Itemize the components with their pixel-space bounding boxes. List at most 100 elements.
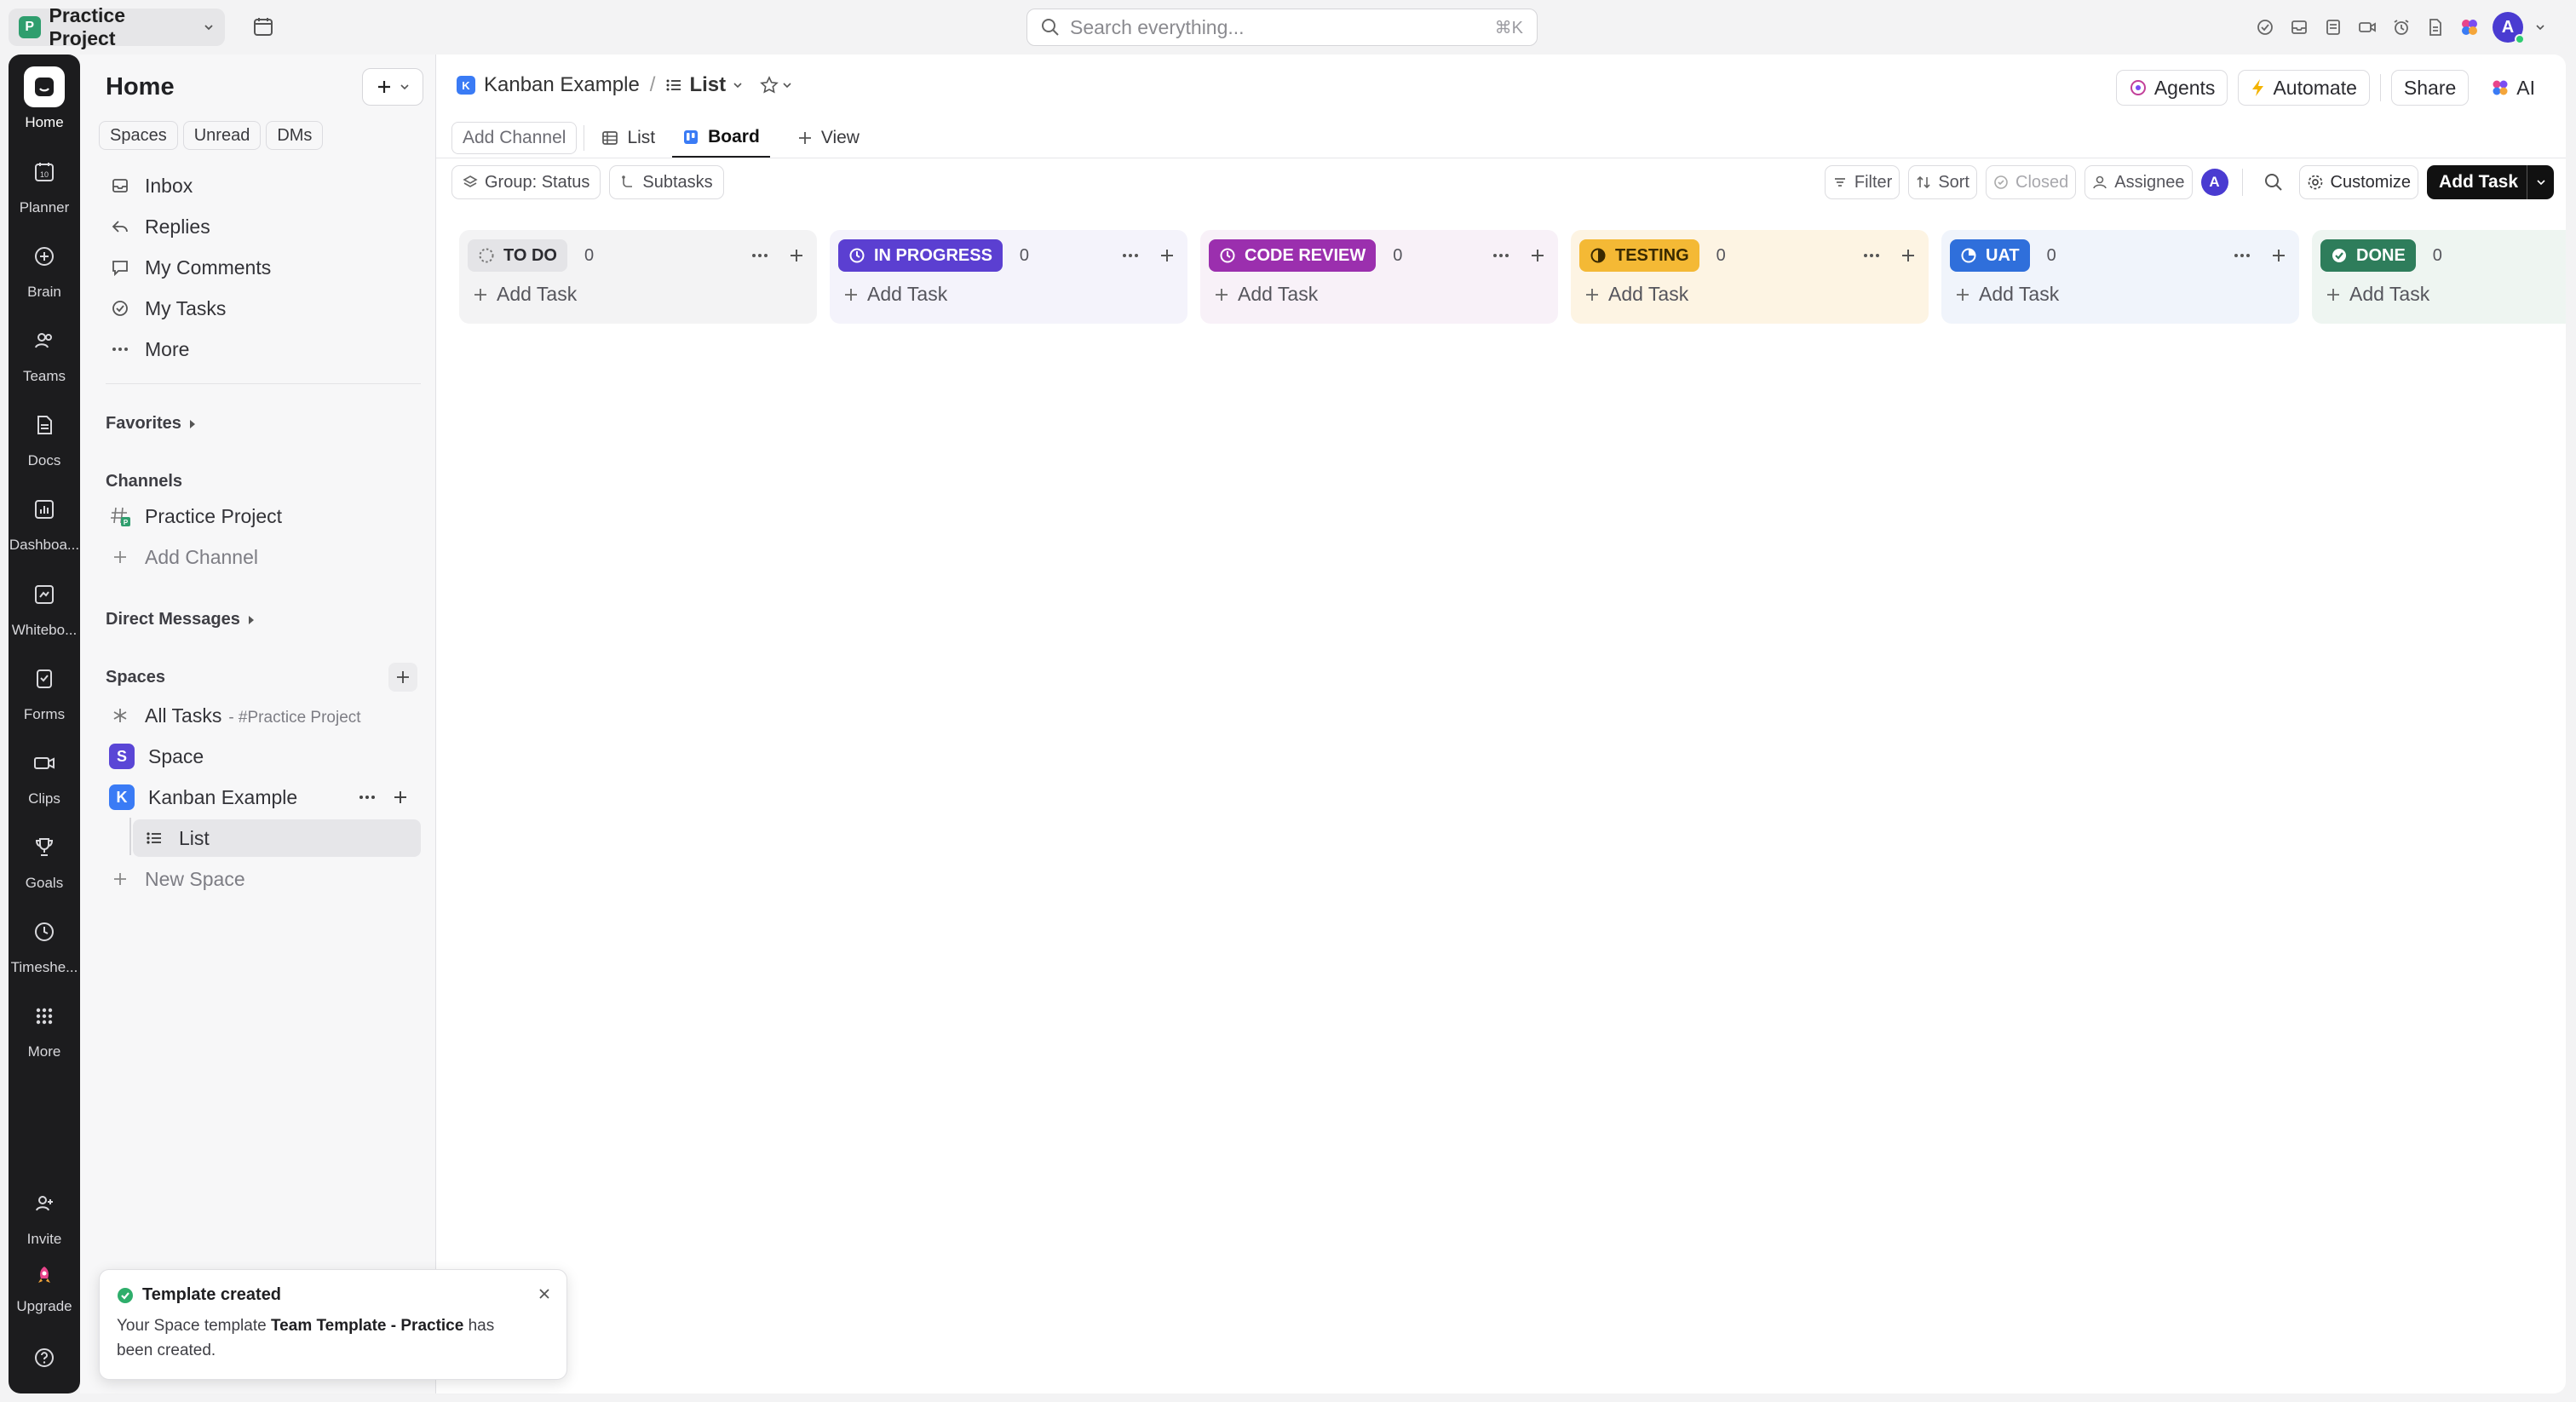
success-check-icon xyxy=(117,1287,134,1304)
status-pill[interactable]: DONE xyxy=(2320,239,2416,272)
breadcrumb-space[interactable]: K Kanban Example xyxy=(457,73,640,97)
add-channel-button[interactable]: Add Channel xyxy=(99,538,421,576)
agents-button[interactable]: Agents xyxy=(2115,70,2228,106)
status-pill[interactable]: IN PROGRESS xyxy=(838,239,1003,272)
column-add-task[interactable]: Add Task xyxy=(843,283,947,306)
close-icon[interactable] xyxy=(538,1287,551,1301)
group-by-button[interactable]: Group: Status xyxy=(451,165,601,199)
sidebar-item-more[interactable]: More xyxy=(99,330,421,368)
inbox-icon[interactable] xyxy=(2288,16,2310,38)
notepad-icon[interactable] xyxy=(2322,16,2344,38)
column-add-task[interactable]: Add Task xyxy=(1955,283,2059,306)
more-dots-icon[interactable] xyxy=(1121,246,1140,265)
rail-item-invite[interactable]: Invite xyxy=(9,1183,80,1248)
assignee-avatar[interactable]: A xyxy=(2200,169,2228,196)
chevron-down-icon[interactable] xyxy=(2527,165,2554,199)
add-task-label: Add Task xyxy=(497,283,578,305)
new-space-button[interactable]: New Space xyxy=(99,860,421,898)
favorite-button[interactable] xyxy=(760,76,792,95)
rail-item-teams[interactable]: Teams xyxy=(9,320,80,385)
sidebar-create-button[interactable] xyxy=(362,68,423,106)
rail-item-forms[interactable]: Forms xyxy=(9,658,80,723)
channels-section-header[interactable]: Channels xyxy=(106,472,182,491)
tab-unread[interactable]: Unread xyxy=(182,121,262,150)
add-view-button[interactable]: View xyxy=(787,118,870,158)
assignee-button[interactable]: Assignee xyxy=(2084,165,2193,199)
sidebar-item-my-comments[interactable]: My Comments xyxy=(99,249,421,286)
sidebar-item-kanban-example[interactable]: K Kanban Example xyxy=(99,779,421,816)
column-add-task[interactable]: Add Task xyxy=(2326,283,2429,306)
check-circle-icon[interactable] xyxy=(2254,16,2276,38)
rail-item-goals[interactable]: Goals xyxy=(9,827,80,892)
workspace-switcher[interactable]: P Practice Project xyxy=(9,4,225,49)
sidebar-item-list[interactable]: List xyxy=(133,819,421,857)
breadcrumb-list[interactable]: List xyxy=(665,73,743,97)
user-avatar[interactable]: A xyxy=(2493,12,2525,44)
rail-item-planner[interactable]: 10 Planner xyxy=(9,152,80,216)
subtasks-button[interactable]: Subtasks xyxy=(609,165,724,199)
plus-icon[interactable] xyxy=(1900,247,1917,264)
closed-toggle[interactable]: Closed xyxy=(1986,165,2077,199)
board-search-button[interactable] xyxy=(2257,165,2291,199)
status-pill[interactable]: UAT xyxy=(1950,239,2030,272)
sidebar-item-channel[interactable]: P Practice Project xyxy=(99,497,421,535)
rail-item-more[interactable]: More xyxy=(9,996,80,1060)
video-icon[interactable] xyxy=(2356,16,2378,38)
plus-icon[interactable] xyxy=(2270,247,2287,264)
sidebar-item-inbox[interactable]: Inbox xyxy=(99,167,421,204)
share-button[interactable]: Share xyxy=(2390,70,2470,106)
status-pill[interactable]: TO DO xyxy=(468,239,567,272)
customize-label: Customize xyxy=(2330,172,2412,192)
search-input[interactable] xyxy=(1070,15,1485,39)
plus-icon[interactable] xyxy=(1159,247,1176,264)
column-add-task[interactable]: Add Task xyxy=(473,283,577,306)
favorites-section-header[interactable]: Favorites xyxy=(106,414,197,434)
more-dots-icon[interactable] xyxy=(358,788,377,807)
plus-icon[interactable] xyxy=(1529,247,1546,264)
rail-item-docs[interactable]: Docs xyxy=(9,405,80,469)
tab-dms[interactable]: DMs xyxy=(266,121,324,150)
rail-item-home[interactable]: Home xyxy=(9,66,80,131)
sort-button[interactable]: Sort xyxy=(1908,165,1977,199)
rail-item-upgrade[interactable]: Upgrade xyxy=(9,1261,80,1315)
document-icon[interactable] xyxy=(2424,16,2447,38)
filter-button[interactable]: Filter xyxy=(1824,165,1900,199)
direct-messages-section-header[interactable]: Direct Messages xyxy=(106,610,256,629)
rail-item-timesheets[interactable]: Timeshe... xyxy=(9,911,80,976)
tab-board[interactable]: Board xyxy=(672,118,770,158)
customize-button[interactable]: Customize xyxy=(2298,165,2419,199)
rail-item-clips[interactable]: Clips xyxy=(9,743,80,807)
add-channel-tab[interactable]: Add Channel xyxy=(451,122,578,154)
help-button[interactable] xyxy=(9,1344,80,1371)
column-add-task[interactable]: Add Task xyxy=(1584,283,1688,306)
calendar-icon[interactable] xyxy=(252,15,276,39)
more-dots-icon[interactable] xyxy=(750,246,769,265)
sidebar-item-all-tasks[interactable]: All Tasks - #Practice Project xyxy=(99,697,421,734)
global-search[interactable]: ⌘K xyxy=(1026,9,1538,46)
rail-item-brain[interactable]: Brain xyxy=(9,236,80,301)
status-pill[interactable]: CODE REVIEW xyxy=(1209,239,1377,272)
add-task-button[interactable]: Add Task xyxy=(2427,165,2554,199)
sidebar-item-my-tasks[interactable]: My Tasks xyxy=(99,290,421,327)
breadcrumb-list-label: List xyxy=(689,73,727,96)
chevron-down-icon[interactable] xyxy=(2535,22,2545,32)
ai-button[interactable]: AI xyxy=(2479,70,2547,106)
plus-icon[interactable] xyxy=(392,789,409,806)
more-dots-icon[interactable] xyxy=(2233,246,2251,265)
alarm-icon[interactable] xyxy=(2390,16,2412,38)
rail-item-whiteboards[interactable]: Whitebo... xyxy=(9,574,80,639)
column-add-task[interactable]: Add Task xyxy=(1214,283,1318,306)
more-dots-icon[interactable] xyxy=(1862,246,1881,265)
more-dots-icon[interactable] xyxy=(1492,246,1510,265)
automate-button[interactable]: Automate xyxy=(2238,70,2370,106)
tab-spaces[interactable]: Spaces xyxy=(99,121,178,150)
sidebar-item-space[interactable]: S Space xyxy=(99,738,421,775)
ai-brain-icon[interactable] xyxy=(2458,16,2481,38)
add-space-button[interactable] xyxy=(388,663,417,692)
rail-item-dashboards[interactable]: Dashboa... xyxy=(9,489,80,554)
tab-list[interactable]: List xyxy=(591,118,665,158)
status-pill[interactable]: TESTING xyxy=(1579,239,1699,272)
plus-icon[interactable] xyxy=(788,247,805,264)
sidebar-item-replies[interactable]: Replies xyxy=(99,208,421,245)
user-icon xyxy=(2092,175,2107,190)
